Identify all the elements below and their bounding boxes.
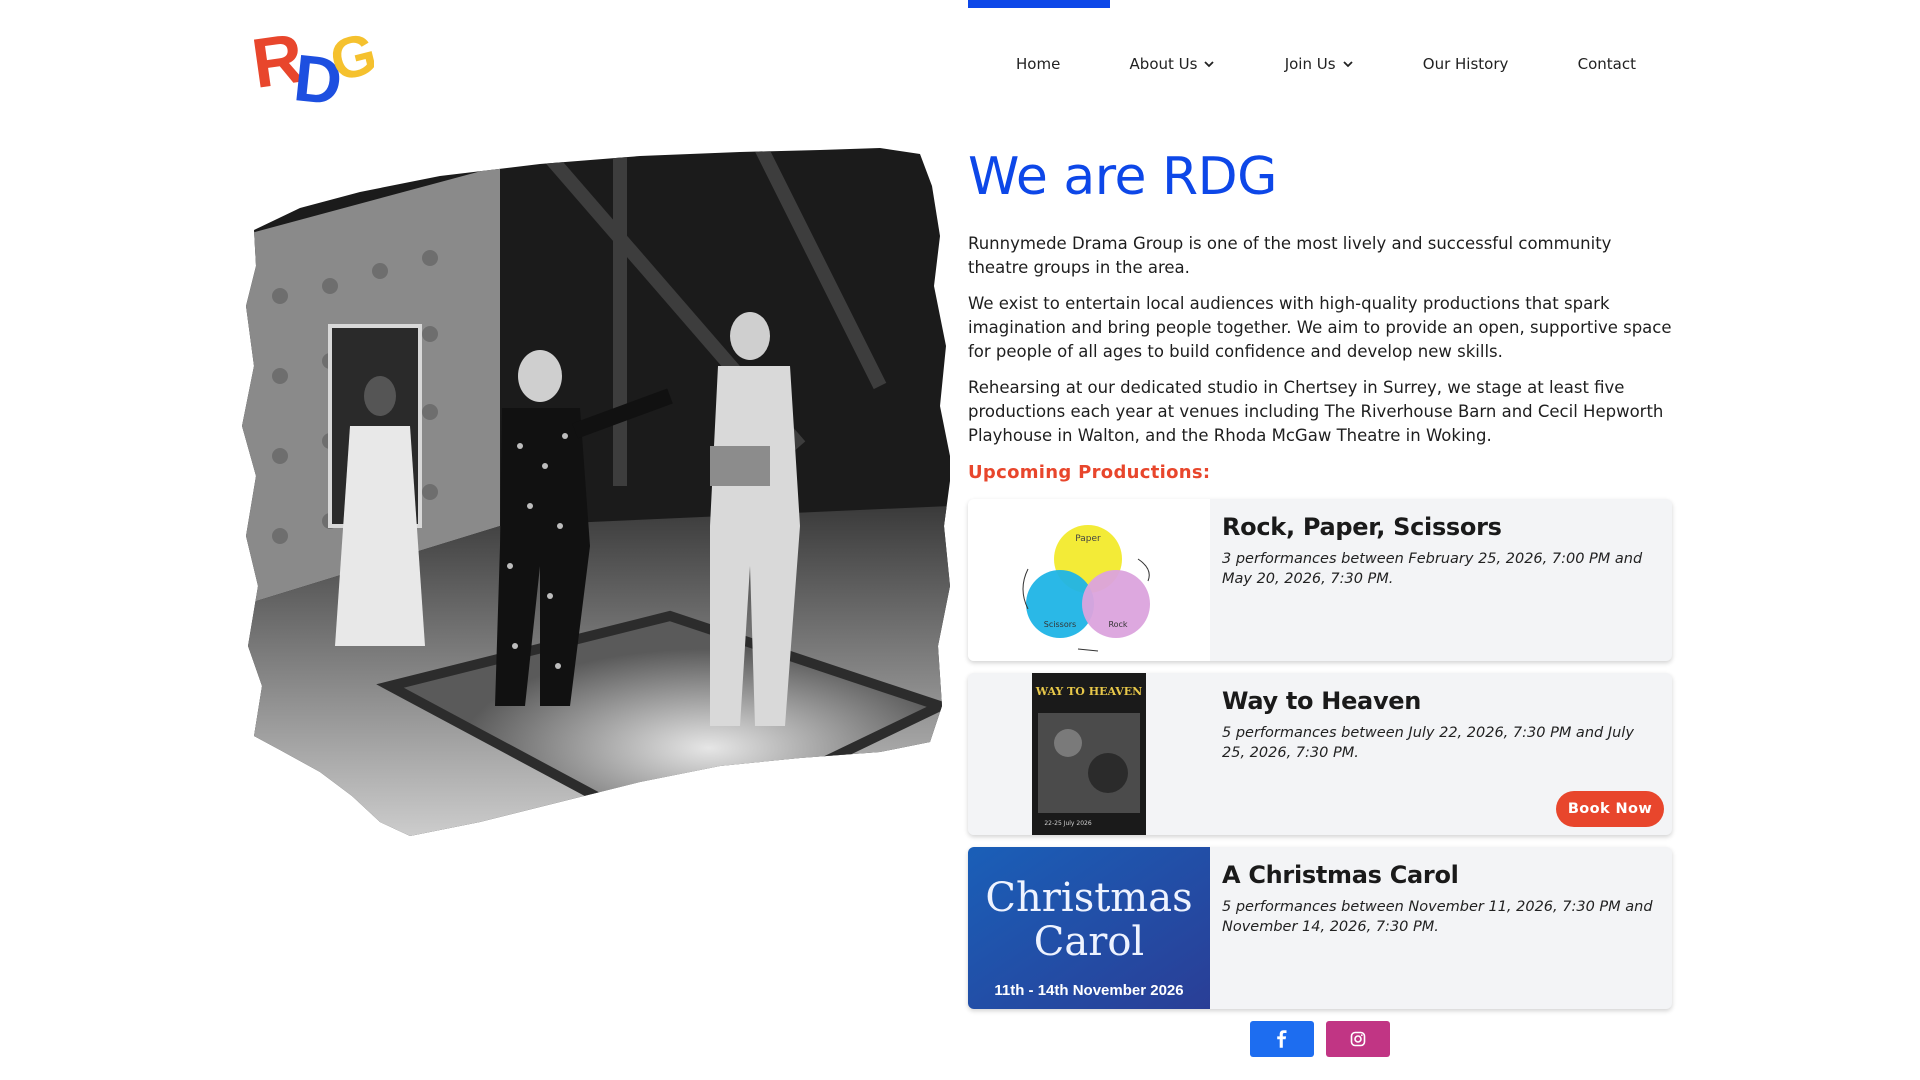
productions-list: Paper Scissors Rock Rock, Paper, Scissor… [968, 499, 1672, 1021]
production-dates: 3 performances between February 25, 2026… [1222, 551, 1643, 587]
poster-dates: 22-25 July 2026 [1044, 820, 1091, 827]
production-poster: Christmas Carol 11th - 14th November 202… [968, 847, 1210, 1009]
production-dates: 5 performances between November 11, 2026… [1222, 899, 1653, 935]
instagram-icon [1350, 1031, 1366, 1047]
rock-paper-scissors-poster-image: Paper Scissors Rock [1022, 525, 1150, 652]
production-card-way-to-heaven[interactable]: WAY TO HEAVEN 22-25 July 2026 Way to Hea… [968, 673, 1672, 835]
christmas-carol-poster-image: Christmas Carol 11th - 14th November 202… [968, 847, 1210, 1009]
upcoming-productions-heading: Upcoming Productions: [968, 462, 1211, 483]
page-title: We are RDG [968, 147, 1277, 207]
main-nav: Home About Us Join Us Our History Contac… [968, 44, 1672, 84]
nav-item-contact[interactable]: Contact [1578, 55, 1636, 73]
hero-photo-image [242, 148, 950, 836]
chevron-down-icon [1342, 61, 1353, 68]
production-card-a-christmas-carol[interactable]: Christmas Carol 11th - 14th November 202… [968, 847, 1672, 1009]
poster-label-scissors: Scissors [1044, 620, 1076, 629]
production-title[interactable]: A Christmas Carol [1222, 861, 1459, 889]
poster-title-line2: Carol [1034, 919, 1144, 965]
production-poster: Paper Scissors Rock [968, 499, 1210, 661]
nav-item-label: About Us [1129, 55, 1198, 73]
chevron-down-icon [1204, 61, 1215, 68]
production-title[interactable]: Way to Heaven [1222, 687, 1421, 715]
instagram-button[interactable] [1326, 1021, 1390, 1057]
facebook-icon [1277, 1030, 1287, 1048]
way-to-heaven-poster-image: WAY TO HEAVEN 22-25 July 2026 [1032, 673, 1146, 835]
nav-item-label: Home [1016, 55, 1061, 73]
nav-item-label: Our History [1422, 55, 1509, 73]
poster-dates: 11th - 14th November 2026 [994, 982, 1183, 999]
nav-item-home[interactable]: Home [1016, 55, 1060, 73]
nav-item-our-history[interactable]: Our History [1423, 55, 1509, 73]
poster-title-line1: Christmas [985, 875, 1192, 921]
nav-item-label: Join Us [1284, 55, 1336, 73]
poster-label-paper: Paper [1075, 534, 1101, 544]
production-dates: 5 performances between July 22, 2026, 7:… [1222, 725, 1634, 761]
intro-paragraph: Rehearsing at our dedicated studio in Ch… [968, 378, 1664, 445]
production-card-rock-paper-scissors[interactable]: Paper Scissors Rock Rock, Paper, Scissor… [968, 499, 1672, 661]
rdg-logo-mark: R D G [247, 19, 383, 119]
nav-active-indicator [968, 0, 1110, 8]
rdg-logo[interactable]: R D G [247, 12, 383, 119]
hero-stage-photo [240, 146, 950, 842]
facebook-button[interactable] [1250, 1021, 1314, 1057]
book-now-button[interactable]: Book Now [1556, 791, 1664, 827]
production-title[interactable]: Rock, Paper, Scissors [1222, 513, 1502, 541]
nav-item-label: Contact [1577, 55, 1636, 73]
intro-section: We are RDG Runnymede Drama Group is one … [968, 144, 1672, 483]
intro-paragraph: We exist to entertain local audiences wi… [968, 294, 1672, 361]
nav-item-about-us[interactable]: About Us [1130, 55, 1216, 73]
production-poster: WAY TO HEAVEN 22-25 July 2026 [968, 673, 1210, 835]
intro-paragraph: Runnymede Drama Group is one of the most… [968, 234, 1612, 277]
social-links [1250, 1021, 1390, 1057]
poster-label-rock: Rock [1108, 620, 1127, 629]
nav-item-join-us[interactable]: Join Us [1285, 55, 1354, 73]
poster-title: WAY TO HEAVEN [1035, 685, 1142, 698]
